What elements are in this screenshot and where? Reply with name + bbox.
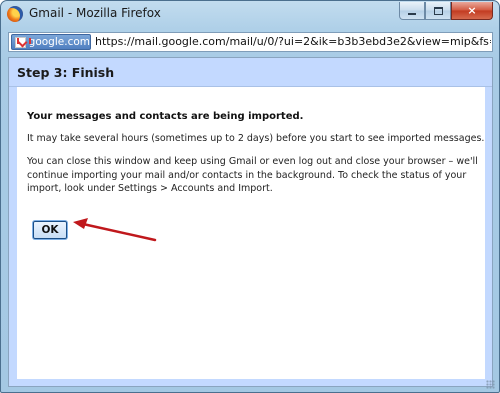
- page-title: Step 3: Finish: [17, 65, 115, 80]
- status-headline: Your messages and contacts are being imp…: [27, 111, 304, 122]
- minimize-button[interactable]: [399, 2, 425, 20]
- site-identity-button[interactable]: google.com: [11, 34, 91, 50]
- resize-grip[interactable]: [486, 380, 495, 389]
- address-bar[interactable]: google.com https://mail.google.com/mail/…: [8, 32, 493, 52]
- close-icon: ×: [467, 4, 477, 17]
- red-arrow-annotation: [73, 218, 157, 242]
- step-panel: Your messages and contacts are being imp…: [9, 87, 492, 386]
- close-button[interactable]: ×: [451, 2, 493, 20]
- gmail-icon: [15, 36, 31, 48]
- maximize-button[interactable]: [425, 2, 451, 20]
- duration-notice: It may take several hours (sometimes up …: [27, 133, 485, 144]
- page-content: Step 3: Finish Your messages and contact…: [8, 57, 493, 387]
- window-controls: ×: [399, 2, 493, 20]
- minimize-icon: [408, 12, 416, 15]
- window-title: Gmail - Mozilla Firefox: [29, 6, 161, 20]
- message-box: Your messages and contacts are being imp…: [17, 87, 485, 379]
- browser-window: Gmail - Mozilla Firefox × google.com htt…: [0, 0, 500, 393]
- firefox-icon: [7, 6, 23, 22]
- site-identity-label: google.com: [28, 36, 90, 48]
- url-text[interactable]: https://mail.google.com/mail/u/0/?ui=2&i…: [95, 35, 491, 48]
- step-header: Step 3: Finish: [9, 58, 492, 87]
- background-import-notice: You can close this window and keep using…: [27, 156, 478, 194]
- maximize-icon: [433, 6, 443, 15]
- ok-button[interactable]: OK: [33, 221, 67, 239]
- title-bar[interactable]: Gmail - Mozilla Firefox ×: [1, 1, 499, 29]
